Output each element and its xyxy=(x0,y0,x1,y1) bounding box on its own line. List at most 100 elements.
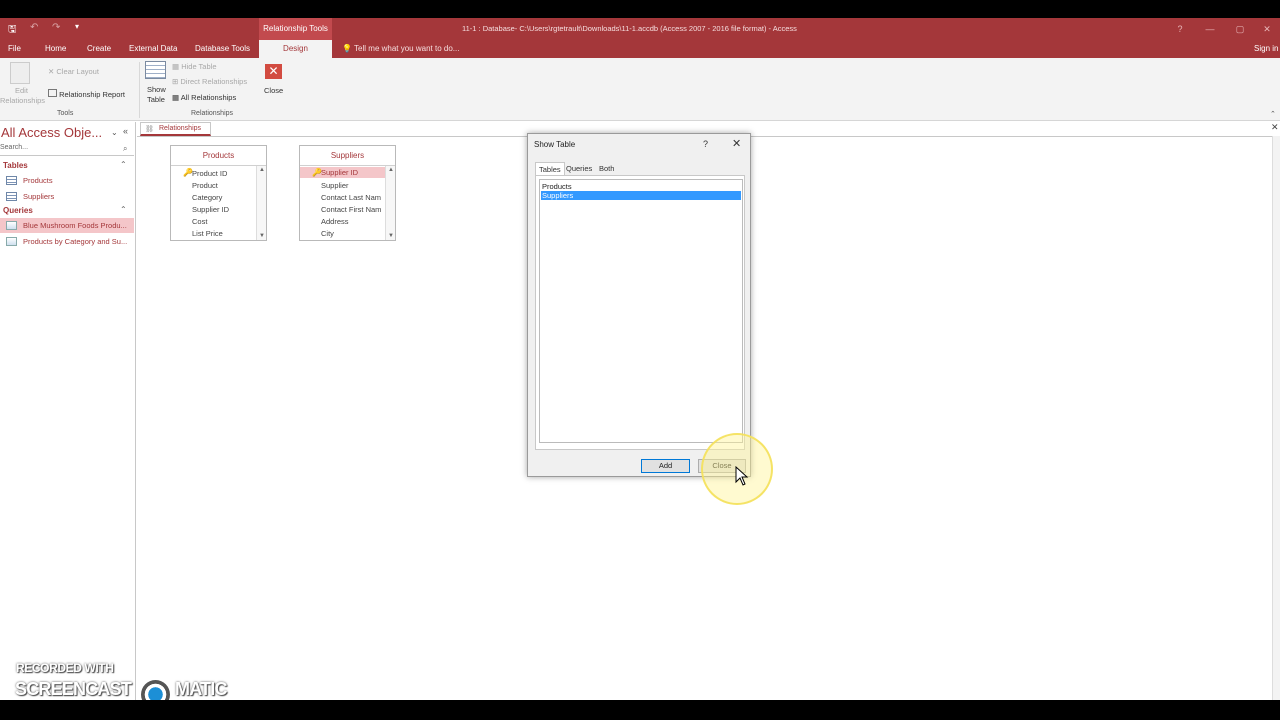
field-product-id[interactable]: Product ID xyxy=(192,169,258,178)
close-ribbon-button[interactable]: Close xyxy=(264,86,283,95)
edit-relationships-label-2[interactable]: Relationships xyxy=(0,96,45,105)
show-table-label-1[interactable]: Show xyxy=(147,85,166,94)
customize-qat-icon[interactable]: ▾ xyxy=(75,22,79,31)
dialog-tab-queries[interactable]: Queries xyxy=(563,162,595,176)
field-product[interactable]: Product xyxy=(192,181,258,190)
shutter-bar-icon[interactable]: « xyxy=(123,126,128,136)
dialog-tab-tables[interactable]: Tables xyxy=(535,162,565,176)
field-category[interactable]: Category xyxy=(192,193,258,202)
canvas-vertical-scrollbar[interactable] xyxy=(1272,136,1280,700)
help-icon[interactable]: ? xyxy=(1165,18,1195,40)
dialog-close-icon[interactable]: ✕ xyxy=(732,137,741,150)
table-icon xyxy=(6,176,17,185)
save-icon[interactable]: 🖫 xyxy=(8,22,17,39)
query-icon xyxy=(6,237,17,246)
relationship-report-button[interactable]: Relationship Report xyxy=(48,89,125,99)
hide-table-icon: ▦ xyxy=(172,62,180,71)
clear-layout-button[interactable]: ✕ Clear Layout xyxy=(48,67,99,76)
search-icon: ⌕ xyxy=(123,144,128,153)
mouse-pointer-icon xyxy=(735,466,749,486)
query-icon xyxy=(6,221,17,230)
nav-group-queries[interactable]: Queries xyxy=(3,206,33,215)
add-button[interactable]: Add xyxy=(641,459,690,473)
context-group-label: Relationship Tools xyxy=(259,18,332,40)
nav-search-input[interactable]: Search... ⌕ xyxy=(0,144,134,156)
table-listbox[interactable]: Products Suppliers xyxy=(539,179,743,443)
tab-design[interactable]: Design xyxy=(259,40,332,58)
scroll-down-icon[interactable]: ▼ xyxy=(388,233,394,239)
list-item-suppliers[interactable]: Suppliers xyxy=(540,190,742,201)
navigation-pane: All Access Obje... ⌄ « Search... ⌕ Table… xyxy=(0,122,136,700)
group-separator xyxy=(139,62,140,118)
nav-search-placeholder: Search... xyxy=(0,144,29,151)
dialog-help-button[interactable]: ? xyxy=(703,139,708,149)
list-item-products[interactable]: Products xyxy=(541,182,741,191)
redo-icon[interactable]: ↷ xyxy=(52,22,60,33)
collapse-ribbon-icon[interactable]: ⌃ xyxy=(1270,110,1276,118)
watermark-screencast: SCREENCAST xyxy=(15,679,132,699)
direct-relationships-icon: ⊞ xyxy=(172,77,179,86)
watermark-matic: MATIC xyxy=(175,679,227,699)
window-title: 11-1 : Database- C:\Users\rgtetrault\Dow… xyxy=(462,24,797,33)
nav-item-query-products-by-category[interactable]: Products by Category and Su... xyxy=(0,234,134,249)
edit-relationships-label-1[interactable]: Edit xyxy=(15,86,28,95)
tell-me-box[interactable]: 💡 Tell me what you want to do... xyxy=(342,40,459,58)
field-cost[interactable]: Cost xyxy=(192,217,258,226)
tab-external-data[interactable]: External Data xyxy=(129,40,177,58)
nav-group-tables[interactable]: Tables xyxy=(3,161,28,170)
report-icon xyxy=(48,89,57,97)
suppliers-field-list-title[interactable]: Suppliers xyxy=(300,146,395,166)
all-relationships-icon: ▦ xyxy=(172,93,180,102)
restore-button[interactable]: ▢ xyxy=(1225,18,1255,40)
products-field-list[interactable]: Products 🔑 Product ID Product Category S… xyxy=(170,145,267,241)
clear-layout-icon: ✕ xyxy=(48,67,55,76)
nav-item-suppliers[interactable]: Suppliers xyxy=(0,189,134,204)
collapse-tables-icon[interactable]: ⌃ xyxy=(120,160,127,169)
direct-relationships-button[interactable]: ⊞ Direct Relationships xyxy=(172,77,247,86)
sign-in-link[interactable]: Sign in xyxy=(1254,40,1278,58)
field-list-price[interactable]: List Price xyxy=(192,229,258,238)
dialog-title: Show Table xyxy=(534,140,576,149)
hide-table-button[interactable]: ▦ Hide Table xyxy=(172,62,217,71)
tab-file[interactable]: File xyxy=(8,40,21,58)
nav-item-products[interactable]: Products xyxy=(0,173,134,188)
nav-item-query-blue-mushroom[interactable]: Blue Mushroom Foods Produ... xyxy=(0,218,134,233)
tab-relationships[interactable]: ⛓ Relationships xyxy=(140,122,211,136)
field-contact-first-name[interactable]: Contact First Nam xyxy=(321,205,387,214)
field-contact-last-name[interactable]: Contact Last Nam xyxy=(321,193,387,202)
undo-icon[interactable]: ↶ xyxy=(30,22,38,33)
lightbulb-icon: 💡 xyxy=(342,44,352,53)
tell-me-text: Tell me what you want to do... xyxy=(354,44,460,53)
minimize-button[interactable]: — xyxy=(1195,18,1225,40)
tab-create[interactable]: Create xyxy=(87,40,111,58)
scroll-up-icon[interactable]: ▲ xyxy=(388,167,394,173)
field-list-scrollbar[interactable]: ▲ ▼ xyxy=(256,166,266,240)
close-window-button[interactable]: ✕ xyxy=(1252,18,1280,40)
products-field-list-title[interactable]: Products xyxy=(171,146,266,166)
close-document-icon[interactable]: ✕ xyxy=(1271,122,1279,133)
watermark-recorded-with: RECORDED WITH xyxy=(16,661,114,675)
ribbon: Edit Relationships ✕ Clear Layout Relati… xyxy=(0,58,1280,121)
collapse-queries-icon[interactable]: ⌃ xyxy=(120,205,127,214)
all-relationships-button[interactable]: ▦ All Relationships xyxy=(172,93,236,102)
tab-home[interactable]: Home xyxy=(45,40,66,58)
relationships-group-label: Relationships xyxy=(191,110,234,117)
scroll-down-icon[interactable]: ▼ xyxy=(259,233,265,239)
access-window: 🖫 ↶ ↷ ▾ Relationship Tools 11-1 : Databa… xyxy=(0,18,1280,700)
field-city[interactable]: City xyxy=(321,229,387,238)
relationships-tab-icon: ⛓ xyxy=(145,126,154,133)
show-table-label-2[interactable]: Table xyxy=(147,95,165,104)
field-supplier-id[interactable]: Supplier ID xyxy=(192,205,258,214)
field-list-scrollbar[interactable]: ▲ ▼ xyxy=(385,166,395,240)
suppliers-field-list[interactable]: Suppliers Supplier ID 🔑 Supplier Contact… xyxy=(299,145,396,241)
field-supplier[interactable]: Supplier xyxy=(321,181,387,190)
nav-pane-title[interactable]: All Access Obje... xyxy=(1,125,102,140)
field-address[interactable]: Address xyxy=(321,217,387,226)
scroll-up-icon[interactable]: ▲ xyxy=(259,167,265,173)
ribbon-tabs: File Home Create External Data Database … xyxy=(0,40,1280,58)
close-ribbon-icon[interactable]: ✕ xyxy=(265,64,282,79)
dialog-tab-both[interactable]: Both xyxy=(596,162,617,176)
nav-menu-icon[interactable]: ⌄ xyxy=(111,128,118,137)
primary-key-icon: 🔑 xyxy=(312,168,322,177)
tab-database-tools[interactable]: Database Tools xyxy=(195,40,250,58)
